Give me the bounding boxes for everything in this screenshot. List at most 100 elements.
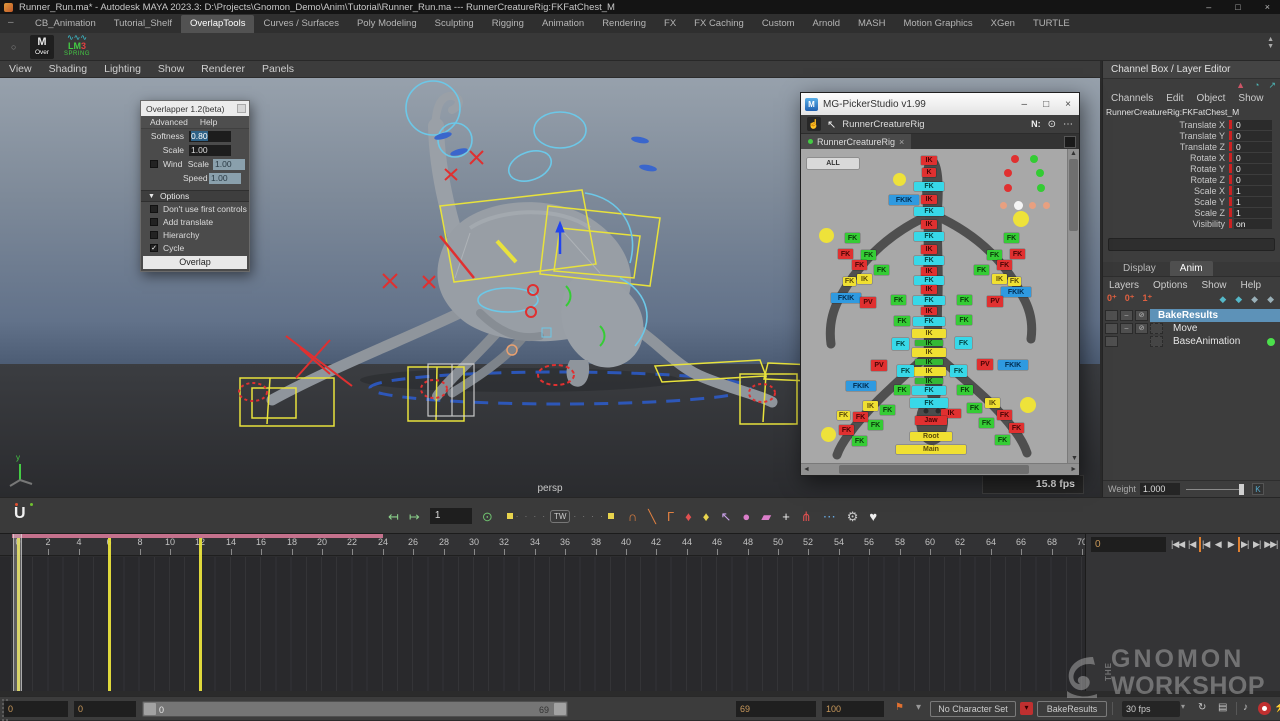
picker-control-button[interactable]: PV	[860, 297, 876, 308]
checkbox[interactable]	[150, 231, 158, 239]
layer-editor-menu-item[interactable]: Show	[1201, 280, 1226, 291]
picker-control-button[interactable]	[1036, 169, 1044, 177]
cursor-tool-icon[interactable]: ↖	[827, 118, 836, 131]
picker-control-button[interactable]: FK	[913, 317, 945, 326]
picker-control-button[interactable]: FK	[914, 232, 944, 241]
playback-button[interactable]: |◀◀	[1171, 537, 1184, 552]
channel-value-field[interactable]: 0	[1234, 153, 1272, 163]
manipulator-icon[interactable]: ▲	[1236, 80, 1245, 91]
panel-menu-item[interactable]: Shading	[49, 63, 88, 75]
overlapper-shelf-button[interactable]: M Over	[30, 35, 54, 59]
channel-value-field[interactable]: 1	[1234, 197, 1272, 207]
channel-value-field[interactable]: on	[1234, 219, 1272, 229]
scroll-left-icon[interactable]: ◄	[803, 466, 810, 473]
picker-control-button[interactable]: FK	[967, 403, 982, 413]
tab-close-icon[interactable]: ×	[899, 137, 904, 147]
shelf-tab[interactable]: Sculpting	[426, 15, 483, 33]
picker-control-button[interactable]: FK	[956, 315, 972, 325]
tween-label[interactable]: TW	[550, 510, 570, 523]
picker-control-button[interactable]: FKIK	[831, 293, 861, 303]
shelf-tab[interactable]: Animation	[533, 15, 593, 33]
create-layer-icon[interactable]: 0⁺	[1125, 293, 1135, 304]
playback-start-field[interactable]: 0	[74, 701, 136, 717]
picker-control-button[interactable]: IK	[921, 156, 937, 165]
shelf-tab[interactable]: XGen	[982, 15, 1024, 33]
picker-control-button[interactable]	[1014, 201, 1023, 210]
wind-scale-field[interactable]: 1.00	[213, 159, 245, 170]
panel-menu-item[interactable]: View	[9, 63, 32, 75]
weight-slider-handle[interactable]	[1239, 484, 1244, 495]
overlapper-checkbox-row[interactable]: Hierarchy	[141, 228, 249, 241]
shelf-scroll-spinner[interactable]: ▲ ▼	[1267, 36, 1274, 50]
overlapper-checkbox-row[interactable]: Add translate	[141, 215, 249, 228]
picker-control-button[interactable]: FK	[950, 365, 967, 377]
picker-control-button[interactable]: IK	[921, 267, 937, 276]
overlapper-checkbox-row[interactable]: ✓ Cycle	[141, 241, 249, 254]
picker-control-button[interactable]: FK	[914, 256, 944, 265]
picker-control-button[interactable]: IK	[912, 329, 946, 338]
scroll-right-icon[interactable]: ►	[1070, 466, 1077, 473]
picker-control-button[interactable]	[1004, 184, 1012, 192]
playback-button[interactable]: ▶|	[1238, 537, 1249, 552]
playback-button[interactable]: ▶|	[1251, 537, 1262, 552]
panel-menu-item[interactable]: Lighting	[104, 63, 141, 75]
create-layer-icon[interactable]: 0⁺	[1107, 293, 1117, 304]
lm-spring-shelf-button[interactable]: ∿∿∿ LM3 SPRING	[60, 34, 94, 60]
layer-editor-tab[interactable]: Display	[1113, 261, 1166, 276]
channel-value-field[interactable]: 0	[1234, 120, 1272, 130]
channel-value-field[interactable]: 0	[1234, 131, 1272, 141]
layer-lock-icon[interactable]	[1105, 310, 1118, 321]
picker-control-button[interactable]	[821, 427, 836, 442]
picker-control-button[interactable]: FKIK	[998, 360, 1028, 370]
channel-value-field[interactable]: 0	[1234, 175, 1272, 185]
playback-button[interactable]: |◀	[1199, 537, 1210, 552]
shelf-tab[interactable]: Motion Graphics	[894, 15, 981, 33]
window-control-button[interactable]: ×	[1265, 2, 1270, 12]
scrollbar-thumb[interactable]	[1069, 159, 1078, 231]
picker-control-button[interactable]: IK	[915, 359, 943, 365]
window-control-button[interactable]: □	[1235, 2, 1240, 12]
wind-speed-field[interactable]: 1.00	[209, 173, 241, 184]
move-layer-icon[interactable]: ◆	[1235, 294, 1242, 305]
channel-box-menu-item[interactable]: Channels	[1111, 93, 1153, 104]
picker-control-button[interactable]: FK	[880, 405, 895, 415]
picker-control-button[interactable]: Jaw	[915, 416, 947, 425]
tangent-ease-icon[interactable]: ∩	[628, 510, 637, 523]
tab-channel-box[interactable]: Channel Box / Layer Editor	[1103, 61, 1280, 79]
channel-box-menu-item[interactable]: Object	[1197, 93, 1226, 104]
keyframe-tick[interactable]	[199, 534, 202, 691]
picker-vertical-scrollbar[interactable]: ▲ ▼	[1067, 149, 1079, 463]
picker-control-button[interactable]: IK	[921, 220, 937, 229]
auto-key-icon[interactable]	[1258, 702, 1271, 715]
picker-control-button[interactable]: Root	[910, 432, 952, 441]
keyframe-tick[interactable]	[108, 534, 111, 691]
weight-field[interactable]: 1.000	[1140, 483, 1180, 495]
picker-control-button[interactable]: IK	[992, 274, 1007, 284]
picker-control-button[interactable]: FK	[974, 265, 989, 275]
picker-control-button[interactable]: FKIK	[1001, 287, 1031, 297]
close-icon[interactable]	[237, 104, 246, 113]
tween-machine-logo[interactable]: U	[14, 503, 36, 527]
picker-control-button[interactable]: FK	[1009, 423, 1024, 433]
playback-button[interactable]: ▶	[1225, 537, 1236, 552]
insert-breakdown-icon[interactable]: ♦	[703, 510, 710, 523]
picker-control-button[interactable]: FK	[910, 398, 948, 408]
picker-control-button[interactable]: FK	[837, 411, 850, 420]
playback-button[interactable]: |◀	[1186, 537, 1197, 552]
picker-control-button[interactable]: FK	[1008, 277, 1021, 286]
layer-mute-icon[interactable]: –	[1120, 323, 1133, 334]
picker-control-button[interactable]: FKIK	[889, 195, 919, 205]
picker-control-button[interactable]: FK	[997, 260, 1012, 270]
picker-control-button[interactable]: FK	[987, 250, 1002, 260]
overlapper-menu-item[interactable]: Advanced	[150, 117, 188, 127]
animation-start-field[interactable]: 0	[4, 701, 68, 717]
layer-editor-tab[interactable]: Anim	[1170, 261, 1213, 276]
layer-mute-icon[interactable]: –	[1120, 310, 1133, 321]
shelf-tab[interactable]: TURTLE	[1024, 15, 1079, 33]
picker-control-button[interactable]: FK	[894, 316, 910, 326]
scrollbar-thumb[interactable]	[839, 465, 1029, 474]
character-gear-icon[interactable]: ⚙	[847, 510, 859, 523]
picker-control-button[interactable]: PV	[871, 360, 887, 371]
channel-value-field[interactable]: 0	[1234, 164, 1272, 174]
picker-control-button[interactable]: IK	[857, 274, 872, 284]
